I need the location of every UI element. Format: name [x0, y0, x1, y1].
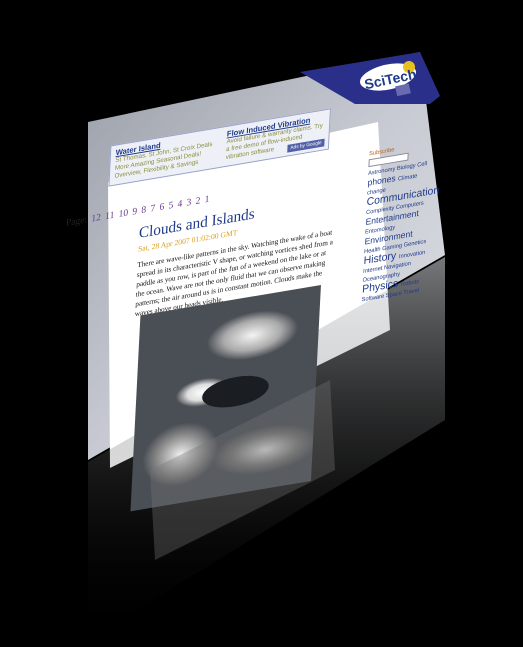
screenshot-stage: SciTech Water Island St Thomas, St John,…: [0, 0, 523, 647]
reflection: [150, 380, 335, 560]
